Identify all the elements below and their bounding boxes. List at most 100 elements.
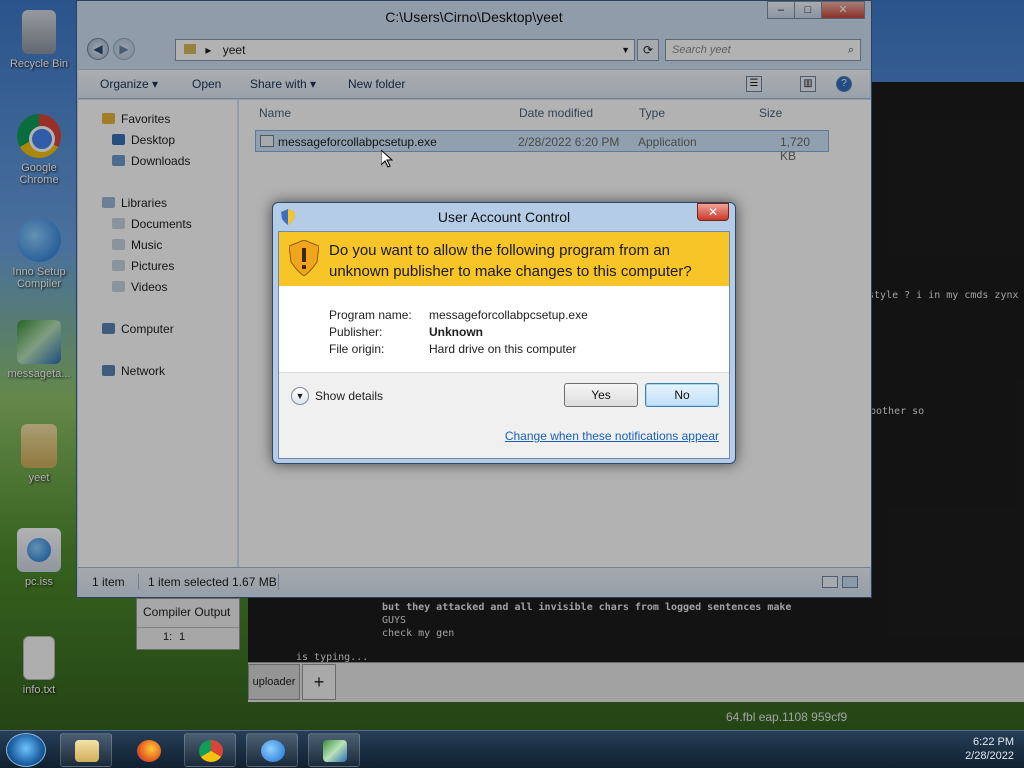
nav-item-music[interactable]: Music [112,238,162,252]
taskbar-app-explorer[interactable] [60,733,112,767]
file-row[interactable]: messageforcollabpcsetup.exe 2/28/2022 6:… [255,130,829,163]
column-header-size[interactable]: Size [759,106,782,120]
nav-label: Videos [131,280,168,294]
desktop-item-label: Google Chrome [19,162,59,186]
window-controls: – □ ✕ [767,1,865,19]
change-notifications-link[interactable]: Change when these notifications appear [505,429,719,443]
chat-line: bother so [870,406,925,417]
desktop-item-google-chrome[interactable]: Google Chrome [0,114,78,186]
no-button[interactable]: No [645,383,719,407]
uac-question: Do you want to allow the following progr… [329,242,692,280]
file-origin-label: File origin: [329,342,385,356]
documents-icon [112,218,125,229]
nav-item-pictures[interactable]: Pictures [112,259,174,273]
clock-date: 2/28/2022 [965,750,1014,762]
background-text-fragment: 64.fbl eap.1108 959cf9 [726,710,848,724]
recycle-bin-icon [22,10,56,54]
new-folder-button[interactable]: New folder [348,77,405,91]
back-forward-buttons: ◀ ▶ [87,37,147,61]
pictures-icon [112,260,125,271]
search-input[interactable]: Search yeet ⌕ [665,39,861,61]
column-header-date[interactable]: Date modified [519,106,593,120]
back-arrow-icon[interactable]: ◀ [87,38,109,60]
breadcrumb-yeet[interactable]: yeet [223,43,246,57]
share-with-button[interactable]: Share with ▾ [250,77,316,91]
taskbar-app-chrome[interactable] [184,733,236,767]
mouse-cursor-icon [381,150,393,168]
address-bar[interactable]: ▸ yeet ▼ [175,39,635,61]
close-button[interactable]: ✕ [821,1,865,19]
system-tray-clock[interactable]: 6:22 PM 2/28/2022 [894,735,1014,765]
compiler-output-panel: Compiler Output 1: 1 [136,598,240,650]
file-type: Application [638,135,697,149]
minimize-button[interactable]: – [767,1,795,19]
maximize-button[interactable]: □ [794,1,822,19]
taskbar-app-inno-setup[interactable] [308,733,360,767]
nav-label: Desktop [131,133,176,147]
open-button[interactable]: Open [192,77,221,91]
desktop-item-info-txt[interactable]: info.txt [0,636,78,696]
column-header-name[interactable]: Name [259,106,291,120]
refresh-button[interactable]: ⟳ [637,39,659,61]
window-title: C:\Users\Cirno\Desktop\yeet [385,9,563,25]
file-origin-value: Hard drive on this computer [429,342,577,356]
organize-button[interactable]: Organize ▾ [100,77,158,91]
chat-tab-uploader[interactable]: uploader [248,664,300,700]
music-icon [112,239,125,250]
taskbar-app-ie[interactable] [246,733,298,767]
forward-arrow-icon[interactable]: ▶ [113,38,135,60]
folder-icon [184,44,196,54]
show-details-label: Show details [315,389,384,403]
details-view-icon[interactable] [822,576,838,588]
chevron-down-icon[interactable]: ▼ [621,40,630,60]
nav-item-desktop[interactable]: Desktop [112,133,175,147]
status-selected: 1 item selected 1.67 MB [148,575,277,589]
search-placeholder: Search yeet [672,44,731,56]
chat-line: style ? i in my cmds zynx [868,290,1019,301]
breadcrumb-arrow-icon[interactable]: ▸ [205,43,211,57]
nav-label: Pictures [131,259,175,273]
nav-item-downloads[interactable]: Downloads [112,154,190,168]
file-size: 1,720 KB [780,135,811,163]
taskbar: 6:22 PM 2/28/2022 [0,730,1024,768]
libraries-icon [102,197,115,208]
show-details-toggle[interactable]: ▼ Show details [291,387,383,405]
nav-item-favorites[interactable]: Favorites [102,112,170,126]
nav-item-libraries[interactable]: Libraries [102,196,167,210]
nav-item-computer[interactable]: Computer [102,322,174,336]
compiler-output-tab[interactable]: Compiler Output [143,605,230,619]
chat-line: GUYS [382,615,407,626]
nav-label: Downloads [131,154,191,168]
preview-pane-icon[interactable]: ▥ [800,76,816,92]
chevron-down-icon: ▼ [291,387,309,405]
nav-label: Libraries [121,196,168,210]
desktop-item-pc-iss[interactable]: pc.iss [0,528,78,588]
icons-view-icon[interactable] [842,576,858,588]
desktop-item-yeet-folder[interactable]: yeet [0,424,78,484]
desktop-icon [112,134,125,145]
nav-label: Music [131,238,163,252]
column-header-type[interactable]: Type [639,106,665,120]
desktop-item-label: Inno Setup Compiler [12,266,66,290]
yes-button[interactable]: Yes [564,383,638,407]
chat-line: but they attacked and all invisible char… [382,602,792,613]
nav-item-documents[interactable]: Documents [112,217,192,231]
view-options-icon[interactable]: ☰ [746,76,762,92]
start-button[interactable] [6,733,46,767]
warning-banner: Do you want to allow the following progr… [279,232,729,286]
chat-input-bar[interactable] [248,662,1024,702]
desktop-item-recycle-bin[interactable]: Recycle Bin [0,10,78,70]
add-tab-button[interactable]: + [302,664,336,700]
navigation-pane: Favorites Desktop Downloads Libraries Do… [78,100,238,567]
nav-label: Network [121,364,166,378]
nav-item-videos[interactable]: Videos [112,280,167,294]
close-button[interactable]: ✕ [697,203,729,221]
desktop-item-message-setup[interactable]: messageta... [0,320,78,380]
desktop-item-label: pc.iss [24,576,54,588]
help-icon[interactable]: ? [836,76,852,92]
nav-item-network[interactable]: Network [102,364,165,378]
desktop-item-inno-setup[interactable]: Inno Setup Compiler [0,218,78,290]
setup-file-icon [17,320,61,364]
taskbar-app-firefox[interactable] [122,733,174,767]
warning-shield-icon [289,240,319,276]
